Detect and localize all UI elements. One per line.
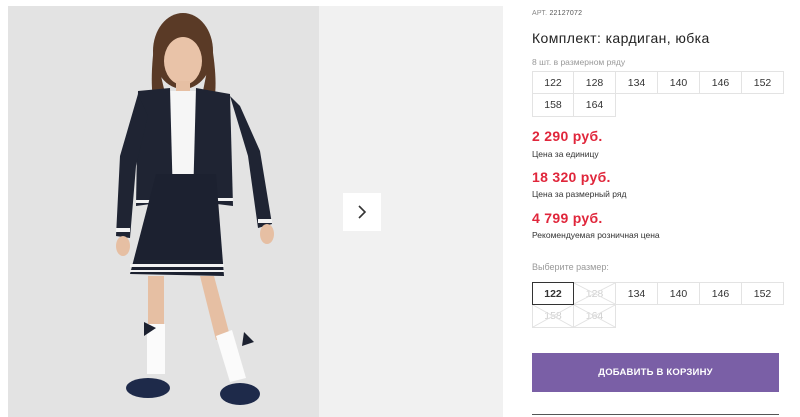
size-row-label: 8 шт. в размерном ряду <box>532 57 626 67</box>
size-option[interactable]: 140 <box>657 282 700 305</box>
unavailable-cross-icon <box>574 283 615 304</box>
unavailable-cross-icon <box>574 305 615 327</box>
divider <box>532 414 779 415</box>
row-size-cell: 140 <box>657 71 700 94</box>
size-row-grid: 122 128 134 140 146 152 158 164 <box>532 71 784 117</box>
article-value: 22127072 <box>549 10 583 17</box>
article-number: АРТ. 22127072 <box>532 10 582 17</box>
next-photo-button[interactable] <box>343 193 381 231</box>
size-option-label: 152 <box>753 287 772 300</box>
product-photo-image <box>8 6 319 417</box>
product-gallery <box>0 0 506 417</box>
unavailable-cross-icon <box>533 305 573 327</box>
chevron-right-icon <box>358 205 367 219</box>
size-option[interactable]: 134 <box>615 282 658 305</box>
article-label: АРТ. <box>532 10 548 17</box>
row-size-cell: 152 <box>741 71 784 94</box>
choose-size-label: Выберите размер: <box>532 262 609 272</box>
row-price-label: Цена за размерный ряд <box>532 189 627 199</box>
row-size-cell: 146 <box>699 71 742 94</box>
size-option-unavailable: 128 <box>573 282 616 305</box>
size-option-selected[interactable]: 122 <box>532 282 574 305</box>
row-size-cell: 158 <box>532 93 574 117</box>
row-size-cell: 122 <box>532 71 574 94</box>
retail-price: 4 799 руб. <box>532 210 603 226</box>
retail-price-label: Рекомендуемая розничная цена <box>532 230 660 240</box>
row-size-cell: 164 <box>573 93 616 117</box>
product-photo[interactable] <box>8 6 319 417</box>
size-option-label: 134 <box>627 287 646 300</box>
size-option-label: 122 <box>544 287 562 300</box>
product-title: Комплект: кардиган, юбка <box>532 30 710 46</box>
row-price: 18 320 руб. <box>532 169 611 185</box>
size-option-label: 140 <box>669 287 688 300</box>
size-option[interactable]: 152 <box>741 282 784 305</box>
size-option-unavailable: 164 <box>573 304 616 328</box>
size-option-label: 146 <box>711 287 730 300</box>
size-option[interactable]: 146 <box>699 282 742 305</box>
add-to-cart-button[interactable]: ДОБАВИТЬ В КОРЗИНУ <box>532 353 779 392</box>
size-option-unavailable: 158 <box>532 304 574 328</box>
unit-price: 2 290 руб. <box>532 128 603 144</box>
row-size-cell: 134 <box>615 71 658 94</box>
unit-price-label: Цена за единицу <box>532 149 599 159</box>
size-selector: 122 128 134 140 146 152 158 164 <box>532 282 784 328</box>
row-size-cell: 128 <box>573 71 616 94</box>
